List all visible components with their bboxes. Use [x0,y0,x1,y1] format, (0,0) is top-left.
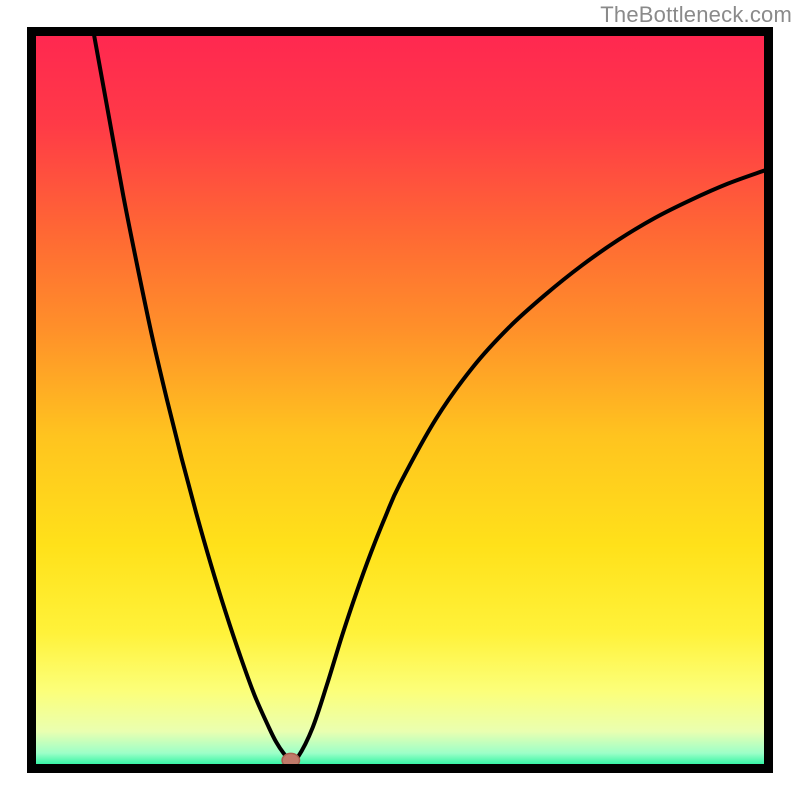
optimum-marker [282,753,299,764]
plot-area [36,36,764,764]
bottleneck-curve [36,36,764,764]
plot-frame [27,27,773,773]
chart-stage: TheBottleneck.com [0,0,800,800]
watermark-text: TheBottleneck.com [600,2,792,28]
